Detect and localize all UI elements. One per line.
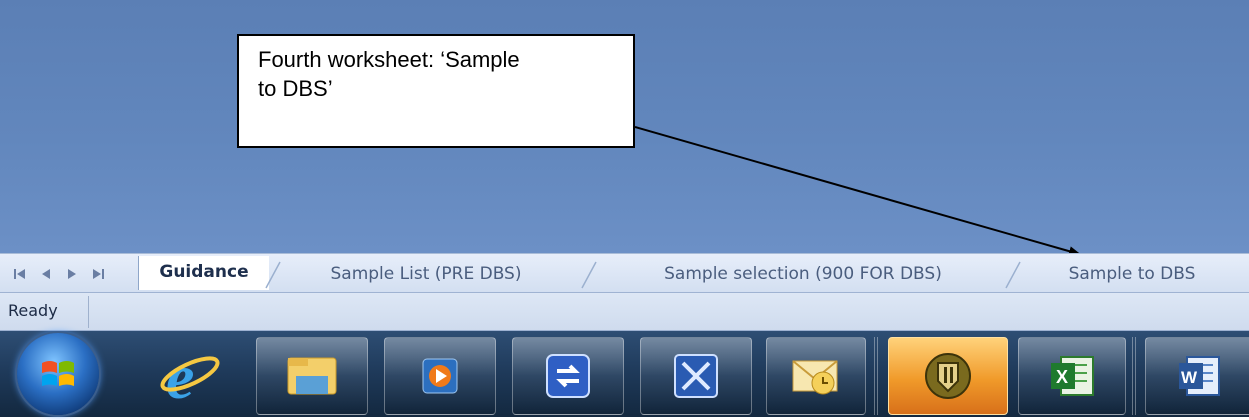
internet-explorer-button[interactable]: e [140,337,240,415]
tab-separator [1005,261,1021,289]
svg-text:W: W [1181,368,1198,387]
sync-app-button[interactable] [512,337,624,415]
outlook-button[interactable] [766,337,866,415]
remote-app-icon [674,354,718,398]
security-app-button[interactable] [888,337,1008,415]
next-sheet-button[interactable] [64,264,80,284]
sheet-navigation [12,264,106,284]
callout-line-2: to DBS’ [258,76,333,101]
sheet-tab-sample-selection-900-for-dbs[interactable]: Sample selection (900 FOR DBS) [598,258,1008,290]
media-player-icon [422,358,458,394]
annotation-callout-box: Fourth worksheet: ‘Sample to DBS’ [237,34,635,148]
first-sheet-button[interactable] [12,264,28,284]
first-sheet-icon [14,269,25,279]
status-text: Ready [8,301,58,320]
windows-explorer-icon [287,357,337,395]
sheet-tab-guidance[interactable]: Guidance [138,256,269,290]
sheet-tab-sample-to-dbs[interactable]: Sample to DBS [1024,258,1240,290]
status-bar: Ready [0,293,1249,331]
excel-icon: X [1051,356,1094,396]
word-button[interactable]: W [1145,337,1249,415]
next-sheet-icon [68,269,76,279]
callout-line-1: Fourth worksheet: ‘Sample [258,47,520,72]
taskbar-grip [874,337,880,415]
sync-app-icon [546,354,590,398]
status-divider [88,296,89,328]
last-sheet-icon [93,269,104,279]
previous-sheet-icon [42,269,50,279]
start-button[interactable] [17,333,99,415]
excel-button[interactable]: X [1018,337,1126,415]
windows-taskbar: e X W [0,331,1249,417]
outlook-icon [792,360,838,395]
media-player-button[interactable] [384,337,496,415]
last-sheet-button[interactable] [90,264,106,284]
windows-logo-icon [42,361,74,386]
sheet-tab-strip: Guidance Sample List (PRE DBS) Sample se… [0,253,1249,293]
svg-text:X: X [1056,367,1068,387]
sheet-tab-sample-list-pre-dbs[interactable]: Sample List (PRE DBS) [278,258,574,290]
remote-app-button[interactable] [640,337,752,415]
windows-explorer-button[interactable] [256,337,368,415]
previous-sheet-button[interactable] [38,264,54,284]
taskbar-grip [1132,337,1138,415]
internet-explorer-icon: e [160,344,220,408]
security-shield-icon [925,353,971,399]
tab-separator [581,261,597,289]
word-icon: W [1179,356,1220,396]
